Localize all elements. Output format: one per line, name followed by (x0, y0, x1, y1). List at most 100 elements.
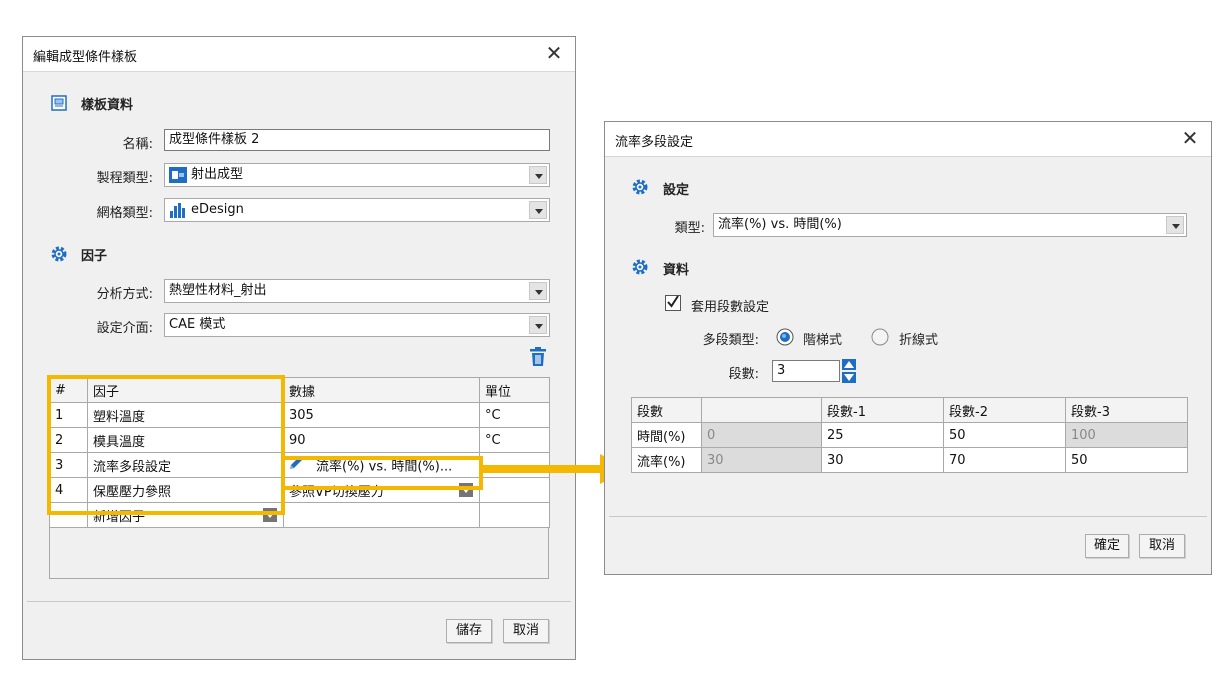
value-cell: 30 (701, 447, 822, 473)
column-header (701, 397, 822, 423)
factor-section-title: 因子 (81, 249, 108, 264)
data-cell-edit[interactable]: 流率(%) vs. 時間(%)... (283, 452, 480, 478)
value-cell[interactable]: 25 (821, 422, 944, 448)
table-row[interactable]: 4 保壓壓力參照 參照VP切換壓力 (49, 477, 550, 503)
column-header: 單位 (479, 377, 550, 403)
row-number: 3 (49, 452, 88, 478)
chevron-down-icon[interactable] (529, 282, 547, 300)
gear-icon (50, 245, 68, 267)
table-header-row: # 因子 數據 單位 (49, 377, 550, 403)
analysis-method-value: 熱塑性材料_射出 (169, 283, 267, 298)
chevron-down-icon[interactable] (263, 508, 277, 522)
edit-template-dialog: 編輯成型條件樣板 ✕ 樣板資料 名稱: 成型條件樣板 2 製程類型: 射出成型 … (22, 36, 576, 660)
dialog-title: 流率多段設定 (615, 135, 694, 150)
dialog-title: 編輯成型條件樣板 (33, 50, 138, 65)
footer-separator (609, 516, 1207, 517)
column-header: 段數-1 (821, 397, 944, 423)
polyline-radio[interactable] (871, 328, 889, 350)
settings-section-title: 設定 (663, 183, 690, 198)
column-header: 段數-2 (943, 397, 1066, 423)
row-number: 4 (49, 477, 88, 503)
add-factor-label-text: 新增因子 (93, 509, 146, 525)
segments-input[interactable]: 3 (772, 360, 840, 382)
data-cell[interactable]: 305 (283, 402, 480, 428)
cancel-button[interactable]: 取消 (503, 619, 549, 643)
chevron-down-icon[interactable] (529, 166, 547, 184)
unit-cell (479, 502, 550, 528)
factor-cell[interactable]: 保壓壓力參照 (87, 477, 284, 503)
segment-table: 段數 段數-1 段數-2 段數-3 時間(%) 0 25 50 100 流率(%… (631, 397, 1188, 473)
interface-label: 設定介面: (96, 321, 153, 336)
table-row[interactable]: 2 模具溫度 90 °C (49, 427, 550, 453)
data-cell-select[interactable]: 參照VP切換壓力 (283, 477, 480, 503)
table-row[interactable]: 流率(%) 30 30 70 50 (631, 447, 1188, 473)
flow-rate-setting-value: 流率(%) vs. 時間(%)... (316, 459, 453, 475)
pencil-icon[interactable] (288, 455, 306, 475)
value-cell[interactable]: 50 (943, 422, 1066, 448)
type-value: 流率(%) vs. 時間(%) (718, 217, 842, 232)
template-icon (51, 95, 67, 115)
table-row[interactable]: 新增因子 (49, 502, 550, 528)
value-cell[interactable]: 70 (943, 447, 1066, 473)
dialog-titlebar: 編輯成型條件樣板 ✕ (23, 37, 575, 72)
analysis-method-select[interactable]: 熱塑性材料_射出 (164, 279, 550, 303)
multi-type-label: 多段類型: (702, 333, 759, 348)
spinner-icon[interactable] (842, 359, 856, 387)
polyline-radio-label: 折線式 (899, 333, 939, 348)
value-cell[interactable]: 50 (1065, 447, 1188, 473)
column-header: 段數-3 (1065, 397, 1188, 423)
factor-cell[interactable]: 模具溫度 (87, 427, 284, 453)
process-type-value: 射出成型 (191, 167, 244, 182)
step-radio-label: 階梯式 (803, 333, 843, 348)
column-header: 因子 (87, 377, 284, 403)
data-cell (283, 502, 480, 528)
process-type-label: 製程類型: (96, 171, 153, 186)
factor-cell[interactable]: 流率多段設定 (87, 452, 284, 478)
add-factor-select[interactable]: 新增因子 (87, 502, 284, 528)
value-cell: 0 (701, 422, 822, 448)
trash-icon[interactable] (528, 347, 548, 371)
value-cell[interactable]: 30 (821, 447, 944, 473)
table-row[interactable]: 3 流率多段設定 流率(%) vs. 時間(%)... (49, 452, 550, 478)
interface-select[interactable]: CAE 模式 (164, 313, 550, 337)
save-button[interactable]: 儲存 (446, 619, 492, 643)
table-row[interactable]: 1 塑料溫度 305 °C (49, 402, 550, 428)
factor-table: # 因子 數據 單位 1 塑料溫度 305 °C 2 模具溫度 90 °C 3 … (49, 377, 550, 528)
column-header: # (49, 377, 88, 403)
unit-cell: °C (479, 427, 550, 453)
type-label: 類型: (674, 221, 705, 236)
step-radio[interactable] (776, 328, 794, 350)
mesh-type-select[interactable]: eDesign (164, 198, 550, 222)
close-button[interactable]: ✕ (541, 40, 567, 66)
close-button[interactable]: ✕ (1177, 125, 1203, 151)
apply-segments-checkbox[interactable] (665, 295, 681, 311)
process-type-select[interactable]: 射出成型 (164, 163, 550, 187)
factor-cell[interactable]: 塑料溫度 (87, 402, 284, 428)
chevron-down-icon[interactable] (529, 201, 547, 219)
name-label: 名稱: (122, 137, 153, 152)
gear-icon (631, 178, 649, 200)
injection-icon (169, 167, 187, 191)
row-label: 流率(%) (631, 447, 702, 473)
cancel-button[interactable]: 取消 (1139, 534, 1185, 558)
row-label: 時間(%) (631, 422, 702, 448)
row-number: 2 (49, 427, 88, 453)
data-cell[interactable]: 90 (283, 427, 480, 453)
table-header-row: 段數 段數-1 段數-2 段數-3 (631, 397, 1188, 423)
value-cell: 100 (1065, 422, 1188, 448)
analysis-method-label: 分析方式: (96, 287, 153, 302)
name-input[interactable]: 成型條件樣板 2 (164, 129, 550, 151)
chevron-down-icon[interactable] (529, 316, 547, 334)
chevron-down-icon[interactable] (459, 483, 473, 497)
chevron-down-icon[interactable] (1166, 216, 1184, 234)
footer-separator (27, 601, 571, 602)
segments-label: 段數: (728, 367, 759, 382)
table-row[interactable]: 時間(%) 0 25 50 100 (631, 422, 1188, 448)
dialog-titlebar: 流率多段設定 ✕ (605, 122, 1211, 157)
row-number: 1 (49, 402, 88, 428)
mesh-type-value: eDesign (191, 202, 244, 217)
ok-button[interactable]: 確定 (1085, 534, 1129, 558)
template-section-title: 樣板資料 (81, 98, 134, 113)
apply-segments-label: 套用段數設定 (691, 300, 770, 315)
type-select[interactable]: 流率(%) vs. 時間(%) (713, 213, 1187, 237)
